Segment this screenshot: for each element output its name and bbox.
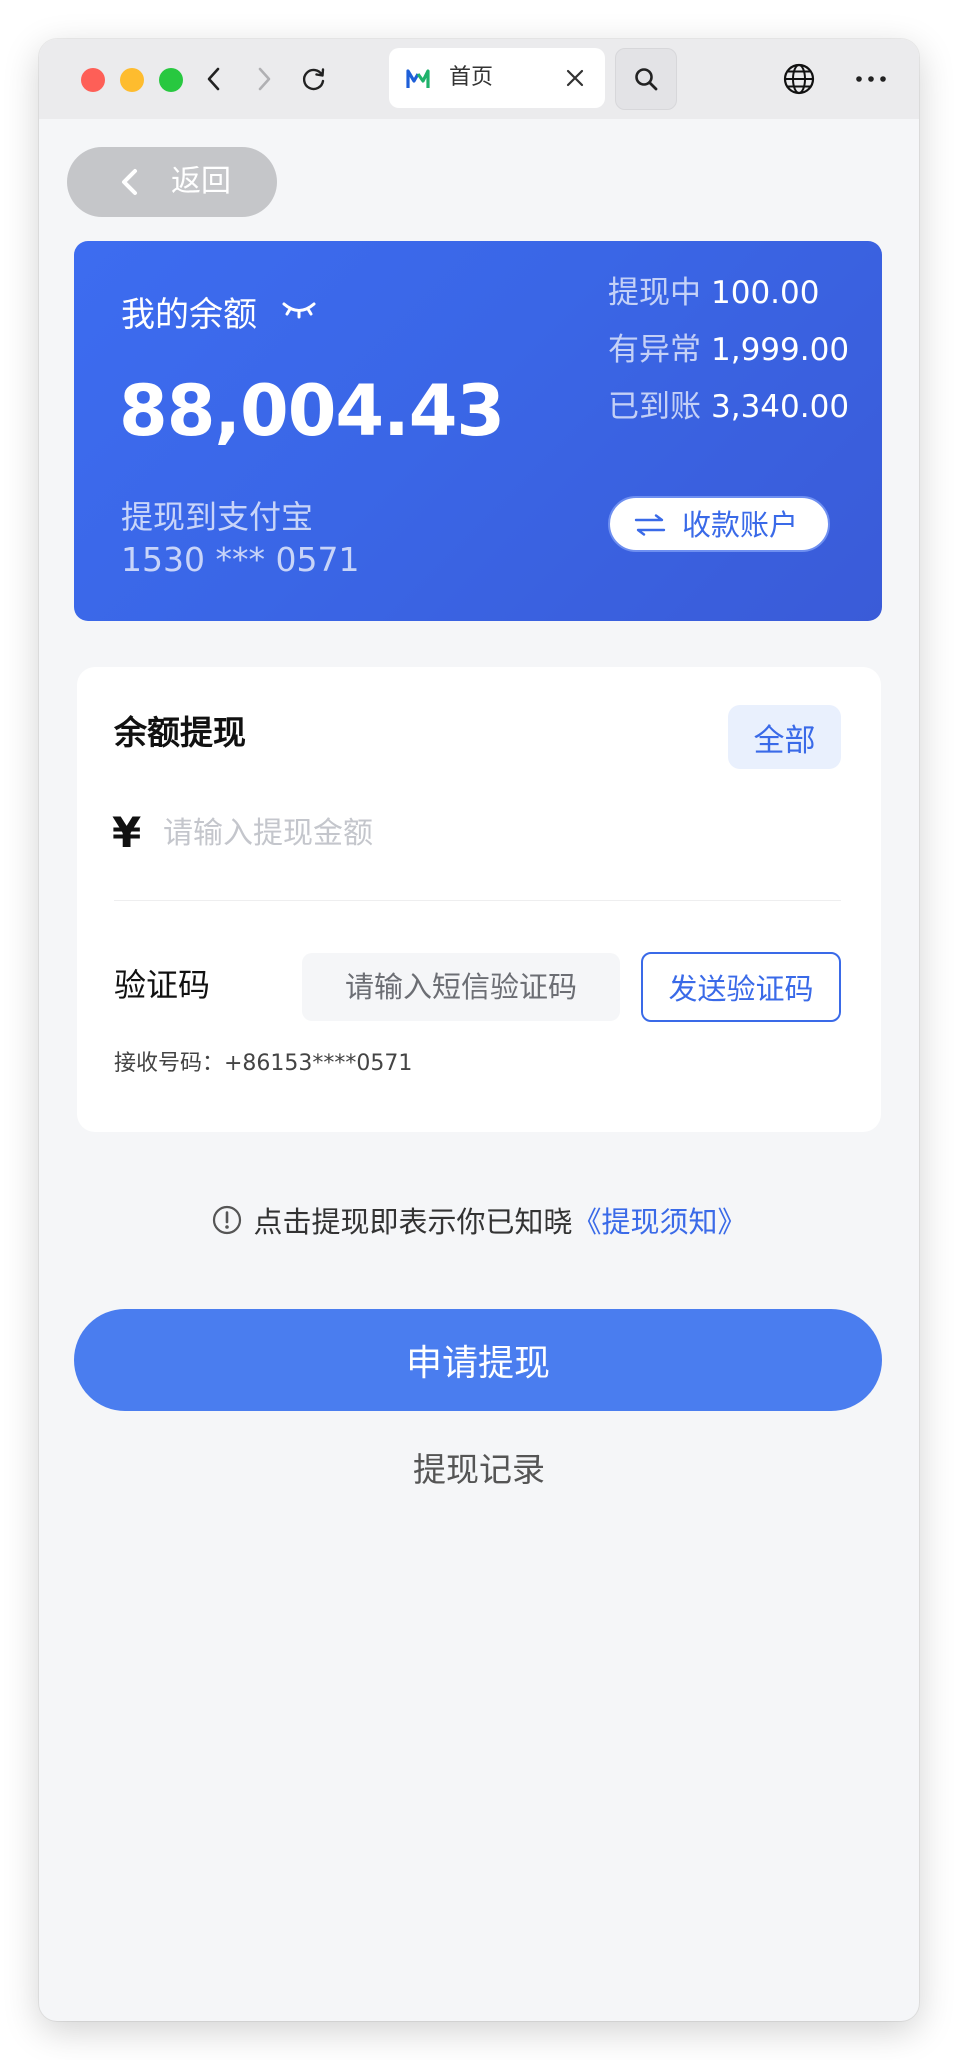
info-circle-icon [211,1204,243,1236]
swap-arrows-icon [634,514,666,540]
alipay-account: 1530 *** 0571 [121,540,360,579]
verification-code-label: 验证码 [114,966,211,1004]
yen-symbol: ¥ [112,808,142,857]
balance-title: 我的余额 [121,295,257,335]
withdraw-destination: 提现到支付宝 [121,498,314,536]
receive-number: 接收号码：+86153****0571 [114,1051,413,1076]
stat-value: 3,340.00 [711,389,850,425]
stat-label: 已到账 [608,389,701,425]
apply-withdraw-button[interactable]: 申请提现 [74,1309,882,1411]
verification-code-input[interactable] [302,953,620,1021]
minimize-window-button[interactable] [120,68,144,92]
withdraw-all-button[interactable]: 全部 [728,705,841,769]
stat-label: 有异常 [608,332,701,368]
tab-close-icon[interactable] [561,64,589,92]
chevron-left-icon [119,168,141,200]
eye-closed-icon[interactable] [281,299,317,327]
maximize-window-button[interactable] [159,68,183,92]
notice-text: 点击提现即表示你已知晓 [253,1205,573,1239]
withdraw-form-title: 余额提现 [114,713,246,752]
back-button[interactable]: 返回 [67,147,277,217]
reload-icon[interactable] [294,59,334,99]
stat-value: 100.00 [711,275,820,311]
browser-search-button[interactable] [615,48,677,110]
more-options-icon[interactable] [849,59,893,99]
stat-abnormal: 有异常 1,999.00 [608,328,849,372]
search-icon [632,65,660,93]
withdraw-notice: 点击提现即表示你已知晓 《提现须知》 [39,1197,919,1243]
site-logo-icon [405,66,431,92]
send-code-button[interactable]: 发送验证码 [641,952,841,1022]
close-window-button[interactable] [81,68,105,92]
forward-nav-icon[interactable] [244,59,284,99]
withdraw-terms-link[interactable]: 《提现须知》 [573,1199,747,1241]
browser-titlebar: 首页 [39,39,919,119]
globe-icon[interactable] [779,59,819,99]
tab-title: 首页 [449,65,494,90]
divider [114,900,841,901]
balance-amount: 88,004.43 [119,370,505,452]
receiving-account-label: 收款账户 [682,508,799,542]
back-button-label: 返回 [171,164,231,199]
stat-received: 已到账 3,340.00 [608,385,849,429]
stat-pending: 提现中 100.00 [608,271,819,315]
stat-label: 提现中 [608,275,701,311]
amount-input[interactable] [163,805,823,861]
withdraw-records-link[interactable]: 提现记录 [39,1439,919,1495]
balance-card: 我的余额 88,004.43 提现到支付宝 1530 *** 0571 提现中 1… [74,241,882,621]
withdraw-form-card: 余额提现 全部 ¥ 验证码 发送验证码 接收号码：+86153****0571 [77,667,881,1132]
browser-window: 首页 返回 我的余额 88,004.43 提现到支付宝 1530 *** 057… [39,39,919,2021]
browser-tab[interactable]: 首页 [389,48,605,108]
stat-value: 1,999.00 [711,332,850,368]
back-nav-icon[interactable] [194,59,234,99]
receiving-account-button[interactable]: 收款账户 [608,496,830,552]
